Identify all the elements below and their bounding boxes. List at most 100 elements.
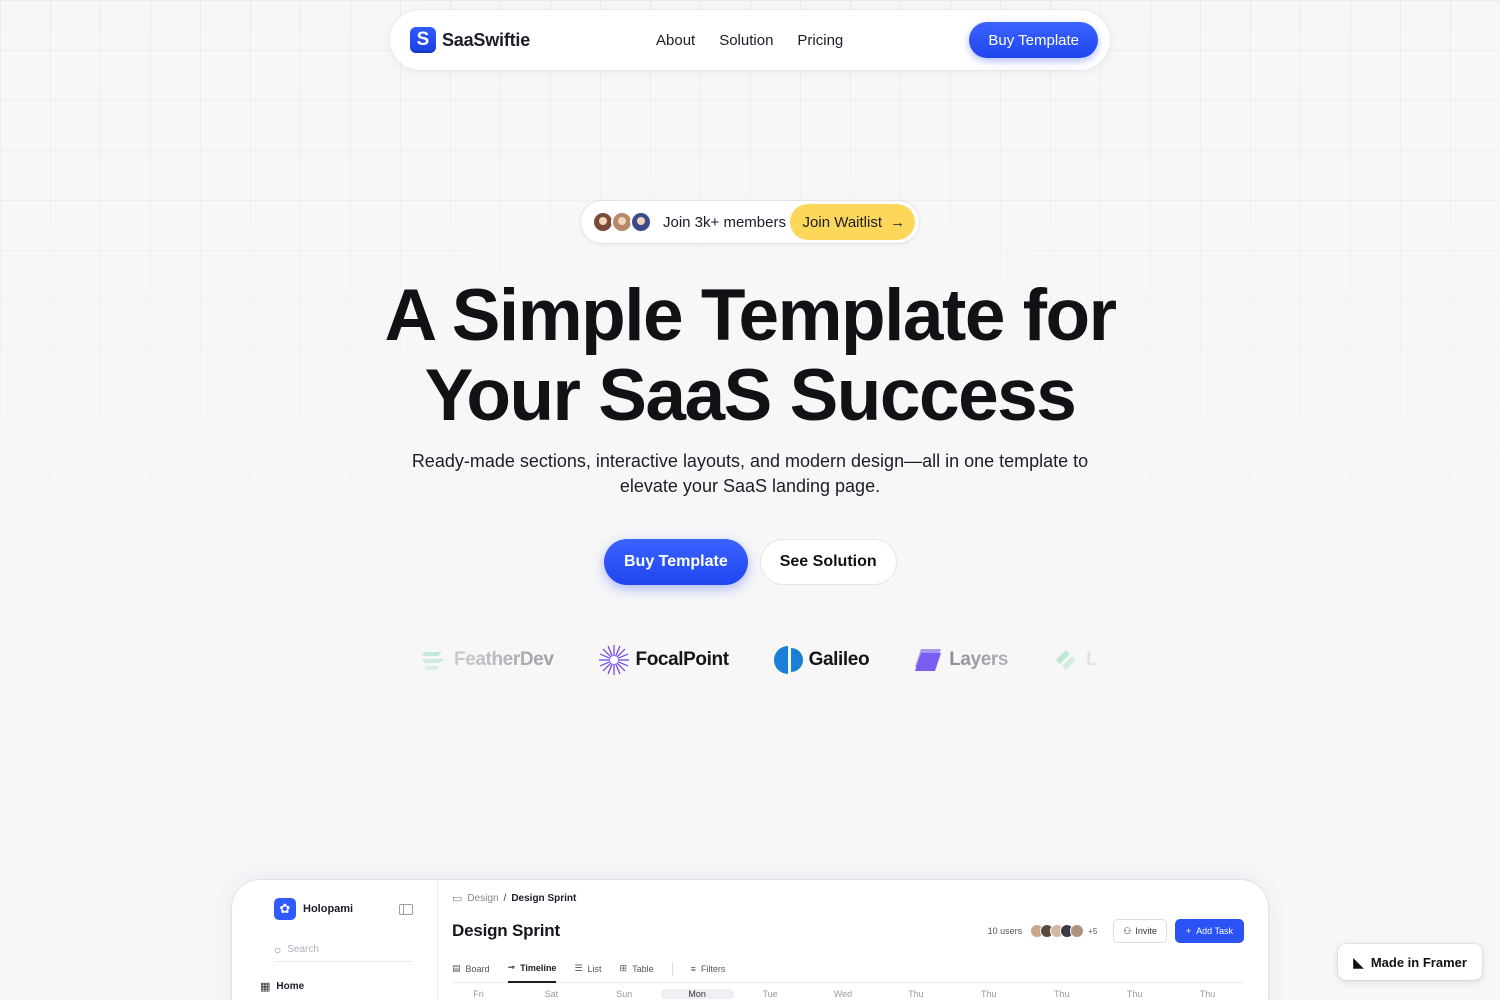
tab-table[interactable]: ⊞ Table	[620, 955, 654, 983]
logo-name: L	[1086, 649, 1098, 670]
logo-partial: L	[1052, 646, 1098, 674]
avatar	[1070, 924, 1085, 938]
hero-title-line1: A Simple Template for	[384, 275, 1117, 356]
tab-list[interactable]: ☰ List	[574, 955, 601, 983]
day-header: Wed	[833, 989, 853, 999]
app-preview: ✿ Holopami ○ Search ▦ Home ▭ Design / De…	[232, 880, 1268, 1000]
breadcrumb: ▭ Design / Design Sprint	[452, 892, 1244, 905]
day-header: Thu	[1199, 989, 1216, 999]
tab-label: List	[587, 963, 602, 974]
partner-logos: FeatherDev FocalPoint Galileo Layers L	[420, 640, 1120, 680]
list-icon: ☰	[574, 963, 583, 973]
brand-name: SaaSwiftie	[442, 29, 531, 50]
app-main: ▭ Design / Design Sprint Design Sprint 1…	[438, 880, 1268, 1000]
users-count: 10 users	[987, 926, 1023, 936]
app-brand: ✿ Holopami	[274, 898, 413, 920]
logo-name: FocalPoint	[635, 649, 730, 670]
hero-subtitle-line1: Ready-made sections, interactive layouts…	[411, 451, 1089, 471]
join-waitlist-label: Join Waitlist	[802, 213, 882, 231]
day-header-today: Mon	[660, 989, 734, 999]
tab-label: Table	[632, 963, 654, 974]
breadcrumb-separator: /	[503, 893, 507, 904]
day-header: Thu	[1053, 989, 1070, 999]
arrow-right-icon: →	[890, 213, 905, 231]
members-text: Join 3k+ members	[663, 213, 786, 231]
hero-subtitle-line2: elevate your SaaS landing page.	[619, 476, 881, 496]
hero-title-line2: Your SaaS Success	[424, 355, 1077, 436]
hero-title: A Simple Template for Your SaaS Success	[300, 276, 1200, 436]
layers-icon	[915, 649, 942, 671]
table-icon: ⊞	[619, 963, 628, 973]
breadcrumb-current: Design Sprint	[511, 893, 577, 904]
nav-link-about[interactable]: About	[656, 32, 695, 49]
day-header: Thu	[908, 989, 924, 999]
hero-buttons: Buy Template See Solution	[604, 539, 897, 585]
logo-layers: Layers	[913, 645, 1008, 675]
sidebar-item-label: Home	[276, 981, 305, 992]
filters-button[interactable]: ≡ Filters	[691, 955, 726, 983]
search-placeholder: Search	[287, 944, 319, 955]
member-avatars	[592, 211, 652, 233]
user-avatars	[1030, 924, 1085, 938]
timeline-days: Fri Sat Sun Mon Tue Wed Thu Thu Thu Thu …	[442, 989, 1244, 999]
app-title-row: Design Sprint 10 users +5 ⚇ Invite + Add…	[452, 919, 1244, 943]
logo-featherdev: FeatherDev	[420, 647, 554, 673]
tab-label: Board	[465, 963, 490, 974]
brand-logo-icon: S	[410, 27, 436, 53]
logo-name: Layers	[949, 649, 1009, 670]
half-circle-icon	[773, 646, 803, 674]
members-pill: Join 3k+ members Join Waitlist →	[581, 201, 919, 243]
avatar	[630, 211, 652, 233]
sidebar-toggle-icon[interactable]	[399, 903, 413, 915]
view-tabs: ▤ Board ⊸ Timeline ☰ List ⊞ Table ≡ Filt…	[452, 955, 1244, 983]
hero-buy-template-button[interactable]: Buy Template	[604, 539, 748, 585]
sidebar-item-home[interactable]: ▦ Home	[260, 980, 413, 993]
tab-label: Timeline	[520, 962, 557, 973]
day-header: Thu	[981, 989, 997, 999]
add-task-label: Add Task	[1196, 926, 1233, 936]
day-header: Tue	[762, 989, 778, 999]
page-title: Design Sprint	[452, 921, 560, 940]
day-header: Fri	[473, 989, 484, 999]
tab-label: Filters	[700, 963, 726, 974]
nav-links: About Solution Pricing	[656, 32, 843, 49]
folder-icon: ▭	[452, 893, 463, 905]
filter-icon: ≡	[690, 963, 696, 974]
day-header: Sun	[616, 989, 633, 999]
nav-link-pricing[interactable]: Pricing	[797, 32, 843, 49]
add-task-button[interactable]: + Add Task	[1174, 919, 1244, 943]
see-solution-button[interactable]: See Solution	[759, 539, 897, 585]
join-waitlist-button[interactable]: Join Waitlist →	[789, 204, 915, 240]
more-users-count: +5	[1088, 926, 1098, 936]
board-icon: ▤	[452, 963, 461, 973]
invite-button[interactable]: ⚇ Invite	[1113, 919, 1167, 943]
brand[interactable]: S SaaSwiftie	[410, 27, 656, 53]
top-navbar: S SaaSwiftie About Solution Pricing Buy …	[390, 10, 1110, 70]
grid-icon: ▦	[260, 981, 271, 993]
app-sidebar: ✿ Holopami ○ Search ▦ Home	[232, 880, 438, 1000]
tab-timeline[interactable]: ⊸ Timeline	[507, 955, 557, 983]
starburst-icon	[598, 645, 629, 675]
nav-buy-template-button[interactable]: Buy Template	[969, 22, 1098, 58]
invite-label: Invite	[1135, 926, 1157, 936]
app-search[interactable]: ○ Search	[274, 938, 413, 962]
tab-divider	[671, 961, 673, 976]
nav-link-solution[interactable]: Solution	[719, 32, 773, 49]
framer-badge-label: Made in Framer	[1370, 954, 1467, 970]
made-in-framer-badge[interactable]: ◣ Made in Framer	[1338, 944, 1482, 980]
feather-lines-icon	[422, 652, 444, 670]
plus-icon: +	[1185, 926, 1192, 936]
flower-logo-icon: ✿	[274, 898, 296, 920]
day-header: Thu	[1126, 989, 1143, 999]
search-icon: ○	[274, 942, 282, 957]
leaf-icon	[1056, 650, 1077, 670]
framer-icon: ◣	[1353, 953, 1364, 970]
logo-name: FeatherDev	[454, 649, 554, 670]
app-brand-name: Holopami	[303, 903, 354, 915]
tab-board[interactable]: ▤ Board	[452, 955, 490, 983]
timeline-icon: ⊸	[507, 962, 516, 972]
logo-focalpoint: FocalPoint	[598, 644, 729, 676]
logo-name: Galileo	[808, 649, 870, 670]
hero-subtitle: Ready-made sections, interactive layouts…	[380, 449, 1120, 499]
breadcrumb-parent[interactable]: Design	[467, 893, 498, 904]
